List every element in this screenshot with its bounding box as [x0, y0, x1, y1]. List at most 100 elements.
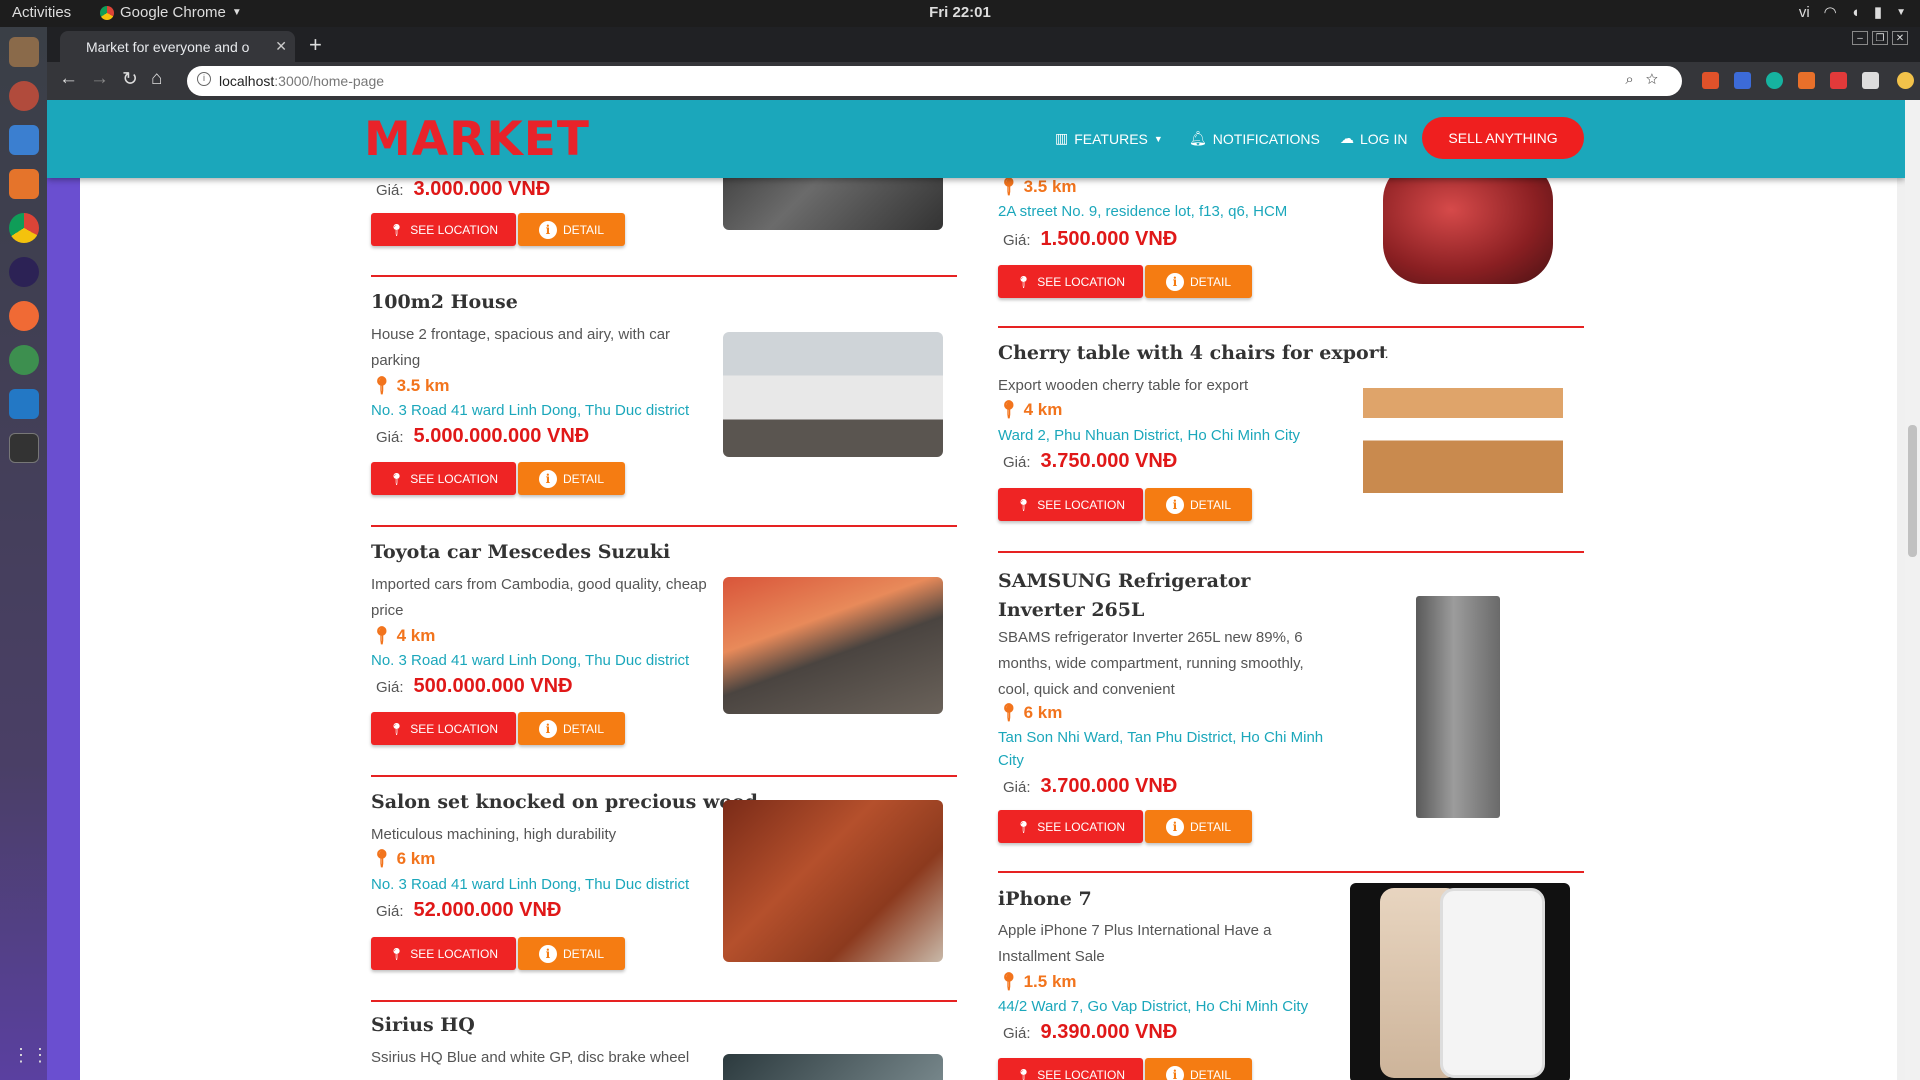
product-title[interactable]: Toyota car Mescedes Suzuki: [371, 541, 670, 563]
address-link[interactable]: No. 3 Road 41 ward Linh Dong, Thu Duc di…: [371, 399, 689, 422]
wifi-icon: ◠: [1823, 4, 1837, 21]
vscode-icon[interactable]: [8, 389, 39, 419]
forward-icon[interactable]: →: [90, 68, 109, 90]
right-product-column: 📍︎ 3.5 km 2A street No. 9, residence lot,…: [998, 100, 1584, 1080]
see-location-label: SEE LOCATION: [1037, 274, 1126, 289]
chrome-icon[interactable]: [8, 213, 39, 243]
address-link[interactable]: Ward 2, Phu Nhuan District, Ho Chi Minh …: [998, 424, 1300, 447]
detail-button[interactable]: i DETAIL: [518, 462, 625, 495]
files-icon[interactable]: [8, 37, 39, 67]
info-icon[interactable]: i: [197, 72, 211, 86]
notifications-link[interactable]: 🔔︎ NOTIFICATIONS: [1189, 130, 1320, 147]
detail-button[interactable]: i DETAIL: [1145, 488, 1252, 521]
zoom-and-bookmark-icons[interactable]: ⌕☆: [1625, 71, 1670, 88]
product-title[interactable]: 100m2 House: [371, 291, 518, 313]
extension-icon[interactable]: [1862, 72, 1879, 89]
price-row: Giá: 500.000.000 VNĐ: [376, 675, 573, 698]
extension-icon[interactable]: [1798, 72, 1815, 89]
see-location-button[interactable]: 📍︎ SEE LOCATION: [998, 265, 1143, 298]
address-bar[interactable]: i localhost:3000/home-page ⌕☆: [187, 66, 1682, 96]
document-icon[interactable]: [8, 125, 39, 155]
avatar[interactable]: [1897, 72, 1914, 89]
see-location-button[interactable]: 📍︎ SEE LOCATION: [998, 1058, 1143, 1080]
detail-button[interactable]: i DETAIL: [1145, 265, 1252, 298]
detail-button[interactable]: i DETAIL: [1145, 810, 1252, 843]
product-title[interactable]: SAMSUNG Refrigerator Inverter 265L: [998, 567, 1328, 625]
extension-icon[interactable]: [1702, 72, 1719, 89]
product-title[interactable]: Salon set knocked on precious wood: [371, 791, 758, 813]
detail-button[interactable]: i DETAIL: [1145, 1058, 1252, 1080]
see-location-button[interactable]: 📍︎ SEE LOCATION: [998, 488, 1143, 521]
translate-icon[interactable]: [1734, 72, 1751, 89]
rice-cooker-image[interactable]: [1383, 160, 1553, 284]
address-link[interactable]: No. 3 Road 41 ward Linh Dong, Thu Duc di…: [371, 873, 689, 896]
back-icon[interactable]: ←: [59, 68, 78, 90]
software-center-icon[interactable]: [8, 169, 39, 199]
terminal-icon[interactable]: [8, 433, 39, 463]
web-page: MARKET ▥ FEATURES ▼ 🔔︎ NOTIFICATIONS ☁ L…: [47, 100, 1905, 1080]
product-card: 100m2 House House 2 frontage, spacious a…: [371, 277, 957, 527]
system-tray[interactable]: vi ◠ ◖ ▮ ▼: [1799, 3, 1906, 22]
settings-icon[interactable]: [8, 81, 39, 111]
location-pin-icon: 📍︎: [998, 972, 1020, 991]
motorbike-image[interactable]: [723, 1054, 943, 1080]
price-label: Giá:: [376, 429, 404, 446]
see-location-label: SEE LOCATION: [1037, 819, 1126, 834]
product-title[interactable]: Sirius HQ: [371, 1014, 475, 1036]
product-title[interactable]: Cherry table with 4 chairs for export: [998, 342, 1387, 364]
see-location-button[interactable]: 📍︎ SEE LOCATION: [371, 462, 516, 495]
login-link[interactable]: ☁ LOG IN: [1340, 130, 1407, 147]
see-location-button[interactable]: 📍︎ SEE LOCATION: [998, 810, 1143, 843]
car-image[interactable]: [723, 577, 943, 714]
tab-home-page[interactable]: Market for everyone and o ✕: [60, 31, 295, 62]
house-image[interactable]: [723, 332, 943, 457]
restore-button[interactable]: ❐: [1872, 31, 1888, 45]
detail-label: DETAIL: [562, 721, 605, 736]
app-grid-icon[interactable]: ⋮⋮: [12, 1045, 50, 1066]
android-studio-icon[interactable]: [8, 345, 39, 375]
page-left-strip: [47, 100, 80, 1080]
postman-icon[interactable]: [8, 301, 39, 331]
extension-icon[interactable]: [1766, 72, 1783, 89]
site-header: MARKET ▥ FEATURES ▼ 🔔︎ NOTIFICATIONS ☁ L…: [47, 100, 1905, 178]
eclipse-icon[interactable]: [8, 257, 39, 287]
salon-furniture-image[interactable]: [723, 800, 943, 962]
see-location-button[interactable]: 📍︎ SEE LOCATION: [371, 937, 516, 970]
see-location-button[interactable]: 📍︎ SEE LOCATION: [371, 712, 516, 745]
browser-toolbar: ← → ↻ ⌂ i localhost:3000/home-page ⌕☆ ⋮: [47, 62, 1920, 100]
product-card: Salon set knocked on precious wood Metic…: [371, 777, 957, 1002]
home-icon[interactable]: ⌂: [151, 68, 162, 90]
address-link[interactable]: 44/2 Ward 7, Go Vap District, Ho Chi Min…: [998, 995, 1308, 1018]
features-menu[interactable]: ▥ FEATURES ▼: [1055, 130, 1163, 147]
close-window-button[interactable]: ✕: [1892, 31, 1908, 45]
detail-button[interactable]: i DETAIL: [518, 937, 625, 970]
new-tab-button[interactable]: +: [309, 32, 322, 58]
detail-label: DETAIL: [562, 471, 605, 486]
refrigerator-image[interactable]: [1416, 596, 1500, 818]
language-indicator[interactable]: vi: [1799, 4, 1810, 21]
scrollbar-thumb[interactable]: [1908, 425, 1917, 557]
address-link[interactable]: No. 3 Road 41 ward Linh Dong, Thu Duc di…: [371, 649, 689, 672]
iphone-image[interactable]: [1350, 883, 1570, 1080]
see-location-label: SEE LOCATION: [410, 946, 499, 961]
detail-button[interactable]: i DETAIL: [518, 712, 625, 745]
detail-button[interactable]: i DETAIL: [518, 213, 625, 246]
sell-anything-button[interactable]: SELL ANYTHING: [1422, 117, 1584, 159]
minimize-button[interactable]: –: [1852, 31, 1868, 45]
address-link[interactable]: 2A street No. 9, residence lot, f13, q6,…: [998, 200, 1287, 223]
page-scrollbar[interactable]: [1905, 100, 1920, 1080]
table-chairs-image[interactable]: [1363, 358, 1563, 508]
login-label: LOG IN: [1360, 130, 1408, 147]
site-logo[interactable]: MARKET: [364, 112, 590, 167]
close-icon[interactable]: ✕: [275, 38, 287, 55]
address-link[interactable]: Tan Son Nhi Ward, Tan Phu District, Ho C…: [998, 726, 1328, 772]
reload-icon[interactable]: ↻: [122, 68, 138, 91]
location-pin-icon: 📍︎: [388, 471, 405, 486]
clock[interactable]: Fri 22:01: [0, 4, 1920, 21]
extension-icon[interactable]: [1830, 72, 1847, 89]
price-value: 3.750.000 VNĐ: [1040, 450, 1178, 472]
product-title[interactable]: iPhone 7: [998, 888, 1092, 910]
price-row: Giá: 5.000.000.000 VNĐ: [376, 425, 589, 448]
see-location-button[interactable]: 📍︎ SEE LOCATION: [371, 213, 516, 246]
product-card: SAMSUNG Refrigerator Inverter 265L SBAMS…: [998, 553, 1584, 873]
